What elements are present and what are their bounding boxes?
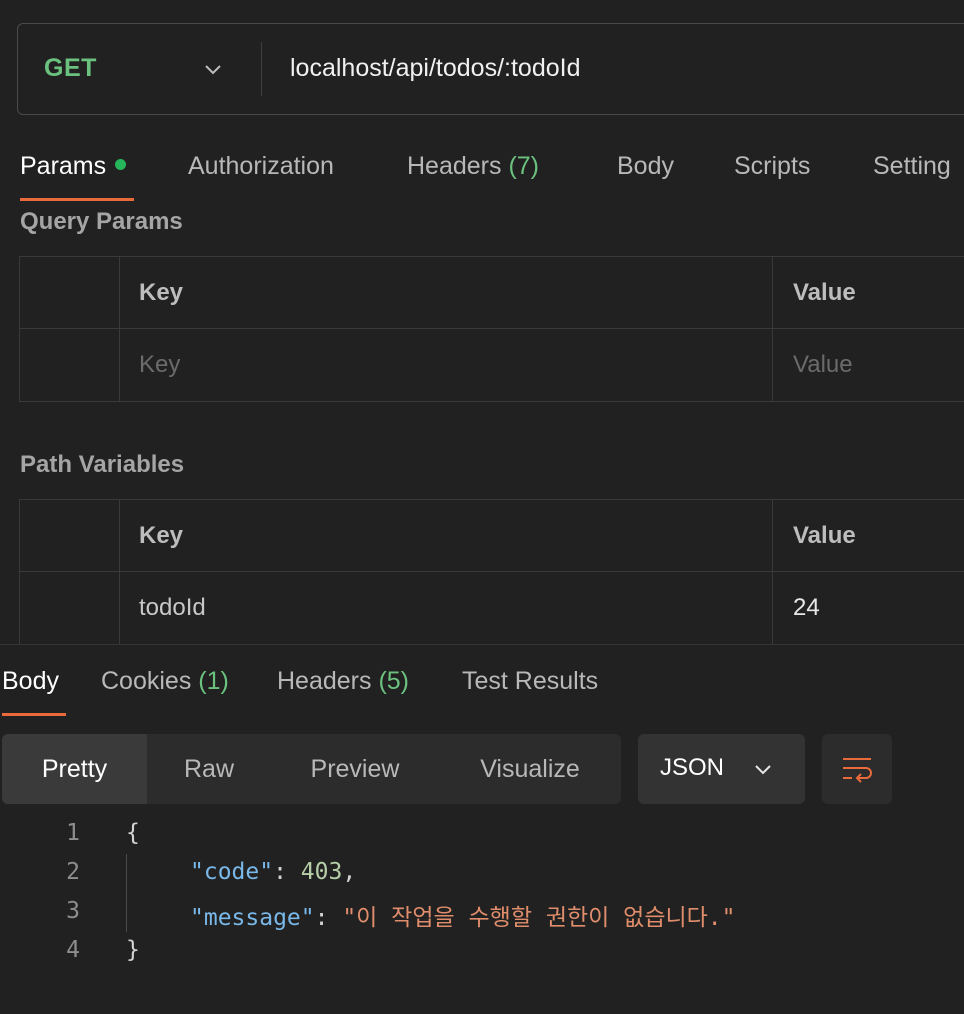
response-tab-headers[interactable]: Headers (5) [277,667,409,696]
query-params-title: Query Params [20,208,183,235]
table-checkbox-cell [20,329,120,401]
wrap-lines-icon [843,758,872,783]
response-tab-headers-label: Headers [277,667,372,695]
tab-authorization[interactable]: Authorization [188,152,334,181]
json-value-message: "이 작업을 수행할 권한이 없습니다." [342,905,736,931]
table-row: Key Value [20,329,964,401]
key-input[interactable]: Key [120,329,773,401]
tab-headers-label: Headers [407,152,502,180]
json-key-message: "message" [190,905,315,931]
table-row: todoId 24 [20,572,964,644]
chevron-down-icon [755,765,771,775]
code-line-1: { [126,820,140,846]
response-tab-headers-count: (5) [378,667,410,695]
table-checkbox-cell [20,257,120,328]
response-tab-body-underline [2,713,66,716]
value-column-header: Value [793,521,856,549]
line-number: 2 [66,859,80,885]
format-select-value: JSON [660,754,725,781]
wrap-lines-button[interactable] [822,734,892,804]
key-column-header: Key [120,257,773,328]
tab-body[interactable]: Body [617,152,674,181]
close-brace: } [126,937,140,963]
table-header-row: Key Value [20,257,964,329]
tab-params[interactable]: Params [20,152,127,181]
view-mode-segmented-control: Pretty Raw Preview Visualize [2,734,621,804]
tab-params-label: Params [20,152,107,180]
json-value-code: 403 [300,859,343,885]
method-select[interactable]: GET [44,54,97,83]
chevron-down-icon[interactable] [202,58,224,80]
tab-scripts[interactable]: Scripts [734,152,810,181]
tab-settings[interactable]: Setting [873,152,951,181]
value-input[interactable]: Value [773,329,964,401]
response-tab-cookies-count: (1) [198,667,229,695]
table-header-row: Key Value [20,500,964,572]
view-mode-preview[interactable]: Preview [271,734,439,804]
response-tab-body[interactable]: Body [2,667,59,696]
path-variables-title: Path Variables [20,451,185,478]
json-colon: : [314,905,343,931]
json-comma: , [342,859,357,885]
query-params-table: Key Value Key Value [19,256,964,402]
view-mode-visualize[interactable]: Visualize [439,734,621,804]
tab-params-underline [20,198,134,201]
tab-headers[interactable]: Headers (7) [407,152,539,181]
path-variable-value-input[interactable]: 24 [773,572,964,644]
params-active-dot [115,159,127,170]
value-column-header: Value [793,278,856,306]
line-number: 1 [66,820,80,846]
path-variables-table: Key Value todoId 24 [19,499,964,645]
line-number: 3 [66,898,80,924]
response-tab-cookies[interactable]: Cookies (1) [101,667,229,696]
indent-guide [126,854,127,932]
line-number: 4 [66,937,80,963]
view-mode-pretty[interactable]: Pretty [2,734,147,804]
response-tab-test-results[interactable]: Test Results [462,667,598,696]
code-line-4: } [126,937,140,963]
json-key-code: "code" [190,859,274,885]
table-checkbox-cell [20,500,120,571]
json-colon: : [273,859,301,885]
open-brace: { [126,820,140,846]
path-variable-key: todoId [120,572,773,644]
url-divider [261,42,262,96]
key-column-header: Key [120,500,773,571]
view-mode-raw[interactable]: Raw [147,734,271,804]
response-divider [0,644,964,645]
code-line-2: "code": 403, [190,859,356,885]
table-checkbox-cell [20,572,120,644]
code-line-3: "message": "이 작업을 수행할 권한이 없습니다." [190,898,736,932]
url-bar: GET localhost/api/todos/:todoId [17,23,964,115]
tab-headers-count: (7) [508,152,540,180]
response-tab-cookies-label: Cookies [101,667,192,695]
format-select[interactable]: JSON [638,734,805,804]
url-input[interactable]: localhost/api/todos/:todoId [290,54,580,83]
